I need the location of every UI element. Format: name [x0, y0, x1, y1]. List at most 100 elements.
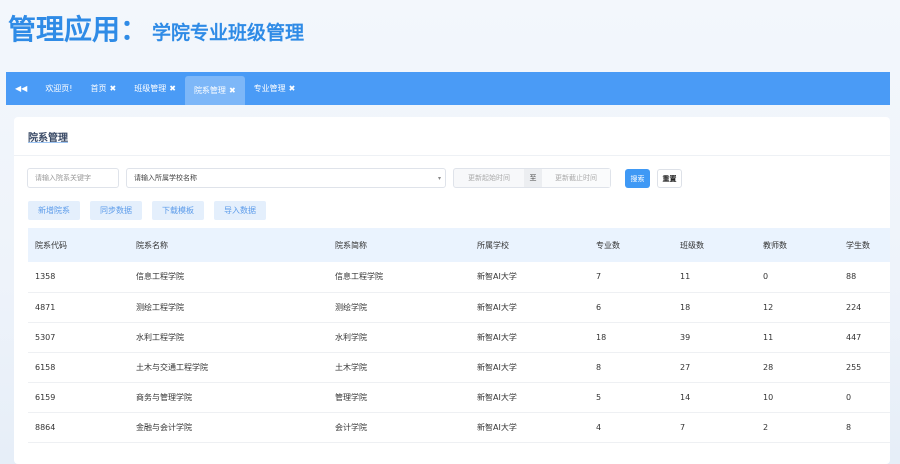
table-cell: 管理学院	[328, 382, 470, 413]
table-cell: 新智AI大学	[470, 262, 589, 293]
tab-department-management[interactable]: 院系管理 ✖	[184, 76, 245, 105]
table-cell: 水利工程学院	[129, 322, 328, 353]
table-cell: 6158	[28, 352, 129, 383]
table-cell: 12	[756, 292, 839, 323]
tab-class-management[interactable]: 班级管理 ✖	[125, 72, 185, 105]
keyword-input[interactable]: 请输入院系关键字	[27, 168, 119, 188]
table-row[interactable]: 8864 金融与会计学院 会计学院 新智AI大学 4 7 2 8	[28, 412, 890, 443]
tab-bar: ◀◀ 欢迎页! 首页 ✖ 班级管理 ✖ 院系管理 ✖ 专业管理 ✖	[6, 72, 890, 105]
table-cell: 8	[839, 412, 890, 443]
table-row[interactable]: 6158 土木与交通工程学院 土木学院 新智AI大学 8 27 28 255	[28, 352, 890, 383]
table-cell: 新智AI大学	[470, 382, 589, 413]
school-select[interactable]: 请输入所属学校名称 ▾	[126, 168, 446, 188]
table-cell: 6	[589, 292, 673, 323]
table-cell: 8	[589, 352, 673, 383]
import-data-button[interactable]: 导入数据	[214, 201, 266, 220]
tab-label: 院系管理	[193, 86, 226, 95]
table-cell: 10	[756, 382, 839, 413]
table-cell: 255	[839, 352, 890, 383]
search-button[interactable]: 搜索	[625, 169, 650, 188]
app-title: 管理应用：	[8, 13, 149, 46]
table-cell: 新智AI大学	[470, 322, 589, 353]
table-cell: 信息工程学院	[328, 262, 470, 293]
table-cell: 18	[673, 292, 756, 323]
collapse-icon[interactable]: ◀◀	[6, 72, 36, 105]
sync-data-button[interactable]: 同步数据	[90, 201, 142, 220]
close-icon[interactable]: ✖	[229, 86, 236, 95]
table-cell: 7	[673, 412, 756, 443]
table-cell: 水利学院	[328, 322, 470, 353]
table-cell: 224	[839, 292, 890, 323]
to-label: 至	[524, 169, 542, 187]
tab-home[interactable]: 首页 ✖	[82, 72, 126, 105]
table-cell: 信息工程学院	[129, 262, 328, 293]
table-cell: 5	[589, 382, 673, 413]
table-header-row: 院系代码 院系名称 院系简称 所属学校 专业数 班级数 教师数 学生数	[28, 228, 890, 262]
tab-label: 专业管理	[253, 84, 286, 93]
divider	[14, 155, 890, 156]
table-cell: 27	[673, 352, 756, 383]
chevron-down-icon: ▾	[437, 174, 441, 182]
school-select-placeholder: 请输入所属学校名称	[134, 174, 197, 182]
column-header: 所属学校	[470, 228, 589, 262]
table-cell: 39	[673, 322, 756, 353]
table-cell: 0	[756, 262, 839, 293]
download-template-button[interactable]: 下载模板	[152, 201, 204, 220]
table-cell: 新智AI大学	[470, 412, 589, 443]
reset-button[interactable]: 重置	[657, 169, 682, 188]
department-card: 院系管理 请输入院系关键字 请输入所属学校名称 ▾ 更新起始时间 至 更新截止时间…	[14, 117, 890, 464]
close-icon[interactable]: ✖	[110, 84, 117, 93]
table-cell: 447	[839, 322, 890, 353]
tab-label: 欢迎页!	[45, 84, 73, 93]
table-cell: 18	[589, 322, 673, 353]
column-header: 院系简称	[328, 228, 470, 262]
column-header: 专业数	[589, 228, 673, 262]
table-cell: 28	[756, 352, 839, 383]
tab-welcome[interactable]: 欢迎页!	[36, 72, 81, 105]
table-cell: 测绘学院	[328, 292, 470, 323]
table-cell: 7	[589, 262, 673, 293]
app-header: 管理应用： 学院专业班级管理	[8, 8, 304, 48]
close-icon[interactable]: ✖	[289, 84, 296, 93]
table-row[interactable]: 5307 水利工程学院 水利学院 新智AI大学 18 39 11 447	[28, 322, 890, 353]
table-cell: 新智AI大学	[470, 352, 589, 383]
table-cell: 88	[839, 262, 890, 293]
table-cell: 5307	[28, 322, 129, 353]
table-cell: 11	[756, 322, 839, 353]
table-row[interactable]: 4871 测绘工程学院 测绘学院 新智AI大学 6 18 12 224	[28, 292, 890, 323]
table-cell: 14	[673, 382, 756, 413]
table-cell: 8864	[28, 412, 129, 443]
add-department-button[interactable]: 新增院系	[28, 201, 80, 220]
table-cell: 4	[589, 412, 673, 443]
table-row[interactable]: 1358 信息工程学院 信息工程学院 新智AI大学 7 11 0 88	[28, 262, 890, 293]
table-cell: 11	[673, 262, 756, 293]
date-range-picker[interactable]: 更新起始时间 至 更新截止时间	[453, 168, 611, 188]
column-header: 学生数	[839, 228, 890, 262]
column-header: 院系名称	[129, 228, 328, 262]
table-cell: 1358	[28, 262, 129, 293]
start-date-input[interactable]: 更新起始时间	[454, 169, 524, 187]
table-cell: 新智AI大学	[470, 292, 589, 323]
table-cell: 0	[839, 382, 890, 413]
tab-major-management[interactable]: 专业管理 ✖	[245, 72, 305, 105]
table-cell: 2	[756, 412, 839, 443]
column-header: 班级数	[673, 228, 756, 262]
table-cell: 6159	[28, 382, 129, 413]
app-subtitle: 学院专业班级管理	[152, 22, 305, 44]
table-cell: 金融与会计学院	[129, 412, 328, 443]
table-cell: 土木与交通工程学院	[129, 352, 328, 383]
table-row[interactable]: 6159 商务与管理学院 管理学院 新智AI大学 5 14 10 0	[28, 382, 890, 413]
column-header: 院系代码	[28, 228, 129, 262]
close-icon[interactable]: ✖	[169, 84, 176, 93]
department-table: 院系代码 院系名称 院系简称 所属学校 专业数 班级数 教师数 学生数 1358 信息工程学院信…	[28, 228, 890, 443]
tab-label: 班级管理	[134, 84, 167, 93]
table-cell: 测绘工程学院	[129, 292, 328, 323]
table-cell: 4871	[28, 292, 129, 323]
card-title: 院系管理	[28, 133, 68, 144]
table-cell: 商务与管理学院	[129, 382, 328, 413]
end-date-input[interactable]: 更新截止时间	[542, 169, 610, 187]
tab-label: 首页	[90, 84, 107, 93]
column-header: 教师数	[756, 228, 839, 262]
table-cell: 会计学院	[328, 412, 470, 443]
table-cell: 土木学院	[328, 352, 470, 383]
